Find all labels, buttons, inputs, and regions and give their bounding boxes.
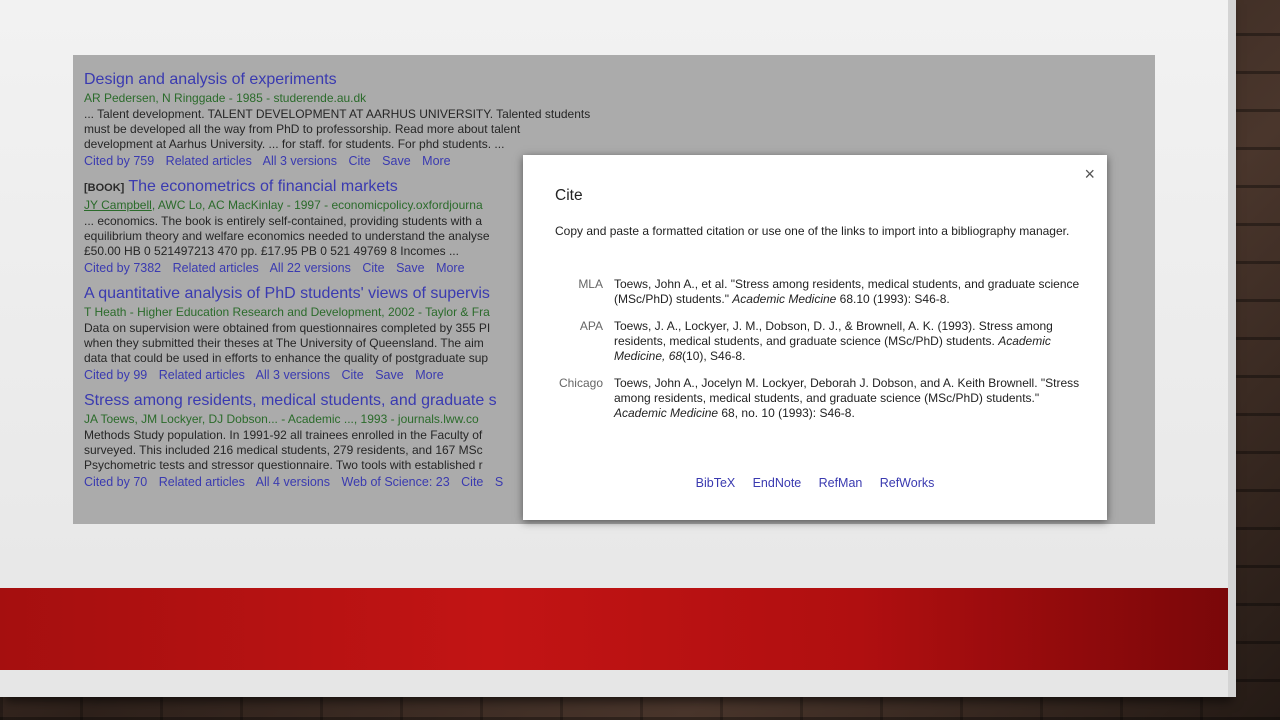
versions-link[interactable]: All 3 versions	[256, 368, 330, 382]
citation-text[interactable]: Toews, John A., Jocelyn M. Lockyer, Debo…	[614, 376, 1085, 421]
cited-by-link[interactable]: Cited by 99	[84, 368, 147, 382]
dialog-title: Cite	[555, 187, 583, 204]
more-link[interactable]: More	[422, 154, 450, 168]
search-result: Design and analysis of experiments AR Pe…	[84, 71, 684, 168]
save-link[interactable]: Save	[396, 261, 425, 275]
related-articles-link[interactable]: Related articles	[159, 368, 245, 382]
endnote-link[interactable]: EndNote	[753, 476, 802, 490]
versions-link[interactable]: All 22 versions	[270, 261, 351, 275]
result-title[interactable]: Design and analysis of experiments	[84, 71, 684, 89]
related-articles-link[interactable]: Related articles	[173, 261, 259, 275]
citation-text[interactable]: Toews, J. A., Lockyer, J. M., Dobson, D.…	[614, 319, 1085, 364]
close-icon[interactable]: ×	[1084, 165, 1095, 183]
versions-link[interactable]: All 4 versions	[256, 475, 330, 489]
dialog-description: Copy and paste a formatted citation or u…	[555, 224, 1070, 238]
web-of-science-link[interactable]: Web of Science: 23	[342, 475, 450, 489]
refworks-link[interactable]: RefWorks	[880, 476, 935, 490]
related-articles-link[interactable]: Related articles	[159, 475, 245, 489]
cite-link[interactable]: Cite	[362, 261, 384, 275]
author-profile-link[interactable]: JY Campbell	[84, 198, 152, 212]
save-link[interactable]: Save	[375, 368, 404, 382]
citation-style-label: APA	[579, 319, 603, 333]
more-link[interactable]: More	[415, 368, 443, 382]
citation-mla: MLA Toews, John A., et al. "Stress among…	[555, 277, 1085, 307]
cited-by-link[interactable]: Cited by 70	[84, 475, 147, 489]
citation-apa: APA Toews, J. A., Lockyer, J. M., Dobson…	[555, 319, 1085, 364]
related-articles-link[interactable]: Related articles	[166, 154, 252, 168]
cite-dialog: × Cite Copy and paste a formatted citati…	[523, 155, 1107, 520]
cite-link[interactable]: Cite	[342, 368, 364, 382]
save-link[interactable]: S	[495, 475, 503, 489]
citation-style-label: Chicago	[558, 376, 603, 390]
versions-link[interactable]: All 3 versions	[263, 154, 337, 168]
slide-edge	[1228, 0, 1236, 697]
cite-link[interactable]: Cite	[461, 475, 483, 489]
refman-link[interactable]: RefMan	[819, 476, 863, 490]
presentation-slide: Design and analysis of experiments AR Pe…	[0, 0, 1228, 697]
result-type-tag: [BOOK]	[84, 182, 125, 194]
slide-red-band	[0, 588, 1228, 670]
bibtex-link[interactable]: BibTeX	[696, 476, 736, 490]
save-link[interactable]: Save	[382, 154, 411, 168]
citation-style-label: MLA	[578, 277, 603, 291]
cite-link[interactable]: Cite	[348, 154, 370, 168]
citation-list: MLA Toews, John A., et al. "Stress among…	[555, 277, 1085, 433]
import-links: BibTeX EndNote RefMan RefWorks	[523, 476, 1107, 490]
citation-text[interactable]: Toews, John A., et al. "Stress among res…	[614, 277, 1085, 307]
more-link[interactable]: More	[436, 261, 464, 275]
citation-chicago: Chicago Toews, John A., Jocelyn M. Locky…	[555, 376, 1085, 421]
result-snippet: ... Talent development. TALENT DEVELOPME…	[84, 107, 591, 151]
cited-by-link[interactable]: Cited by 759	[84, 154, 154, 168]
cited-by-link[interactable]: Cited by 7382	[84, 261, 161, 275]
result-authors: AR Pedersen, N Ringgade - 1985 - studere…	[84, 91, 367, 105]
